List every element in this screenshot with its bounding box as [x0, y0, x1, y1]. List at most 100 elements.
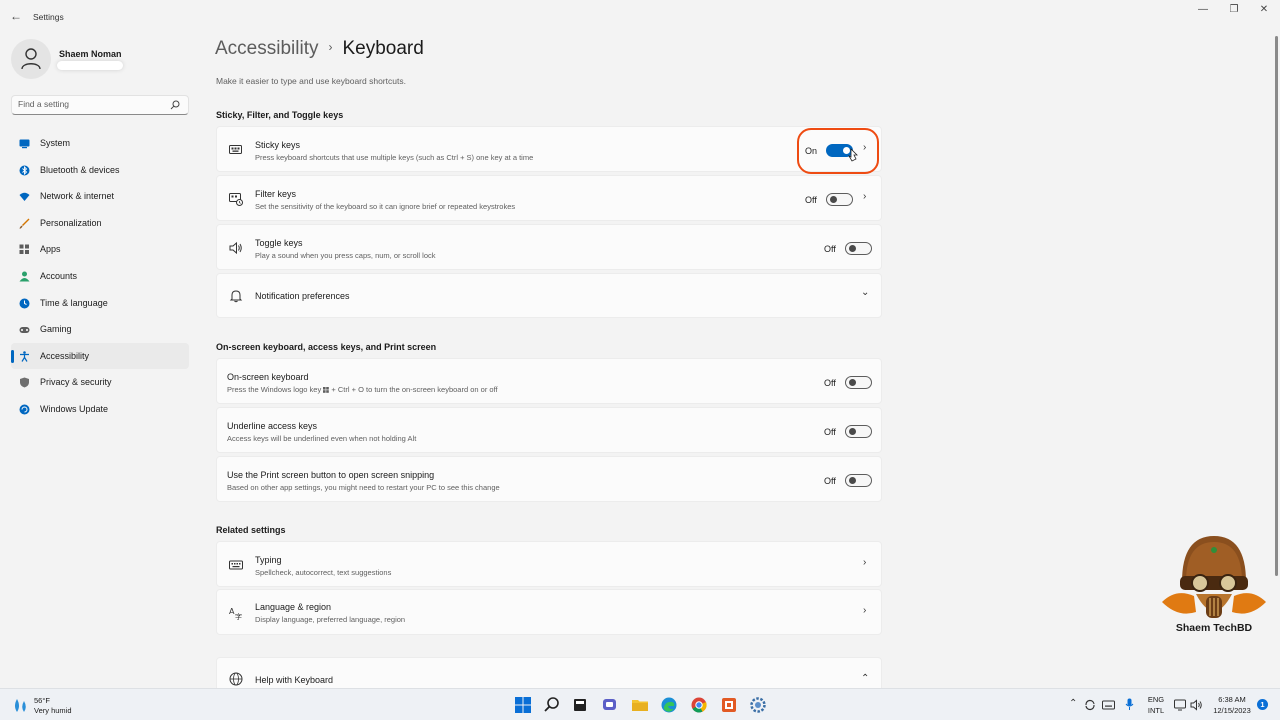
sidebar-item-time-language[interactable]: Time & language [11, 290, 189, 317]
sidebar-item-label: Gaming [40, 324, 72, 335]
filter-keys-desc: Set the sensitivity of the keyboard so i… [255, 202, 516, 211]
settings-gear-icon[interactable] [749, 696, 767, 714]
sidebar-item-accessibility[interactable]: Accessibility [11, 342, 189, 370]
search-box[interactable] [11, 95, 189, 115]
filter-keys-toggle[interactable] [826, 193, 853, 206]
clock-date[interactable]: 12/15/2023 [1210, 706, 1254, 715]
sync-icon[interactable] [1084, 699, 1096, 711]
sidebar-item-bluetooth[interactable]: Bluetooth & devices [11, 157, 189, 184]
network-icon[interactable] [1174, 699, 1187, 711]
underline-access-keys-row: Underline access keys Access keys will b… [216, 407, 882, 453]
filter-keys-row[interactable]: Filter keys Set the sensitivity of the k… [216, 175, 882, 221]
onscreen-keyboard-title: On-screen keyboard [227, 372, 309, 382]
highlight-annotation [797, 128, 879, 174]
onscreen-keyboard-state: Off [824, 378, 836, 388]
toggle-keys-toggle[interactable] [845, 242, 872, 255]
keyboard-tray-icon[interactable] [1102, 699, 1115, 711]
user-name: Shaem Noman [59, 49, 122, 59]
volume-icon[interactable] [1190, 699, 1203, 711]
minimize-button[interactable]: — [1196, 4, 1210, 15]
toggle-keys-row: Toggle keys Play a sound when you press … [216, 224, 882, 270]
start-windows-icon[interactable] [514, 696, 532, 714]
sidebar-item-privacy[interactable]: Privacy & security [11, 369, 189, 396]
print-screen-toggle[interactable] [845, 474, 872, 487]
sticky-keys-row[interactable]: Sticky keys Press keyboard shortcuts tha… [216, 126, 882, 172]
language-indicator-line2[interactable]: INTL [1145, 706, 1167, 715]
chevron-right-icon[interactable]: › [863, 191, 866, 202]
sidebar-item-label: Privacy & security [40, 377, 112, 388]
chrome-browser-icon[interactable] [690, 696, 708, 714]
sidebar-item-apps[interactable]: Apps [11, 236, 189, 263]
sidebar-item-label: Accounts [40, 270, 78, 281]
chevron-down-icon[interactable]: ⌄ [861, 287, 869, 298]
sidebar-item-personalization[interactable]: Personalization [11, 210, 189, 237]
sidebar-item-system[interactable]: System [11, 130, 189, 157]
close-button[interactable]: ✕ [1257, 4, 1271, 15]
speaker-icon [229, 241, 242, 255]
toggle-knob [849, 428, 856, 435]
sidebar-nav: System Bluetooth & devices Network & int… [11, 130, 189, 423]
rain-drops-icon[interactable] [12, 698, 30, 714]
file-explorer-icon[interactable] [631, 696, 649, 714]
notification-badge[interactable]: 1 [1257, 699, 1268, 710]
accessibility-icon [20, 350, 29, 362]
sidebar-item-label: Time & language [40, 297, 108, 308]
filter-keys-title: Filter keys [255, 189, 297, 199]
sidebar-item-label: Accessibility [40, 350, 90, 361]
onscreen-keyboard-toggle[interactable] [845, 376, 872, 389]
microphone-icon[interactable] [1125, 698, 1134, 711]
search-icon[interactable] [170, 100, 180, 110]
chevron-up-icon[interactable]: ⌃ [861, 673, 869, 684]
help-with-keyboard-row[interactable]: Help with Keyboard ⌃ [216, 657, 882, 688]
sidebar-item-label: Personalization [40, 217, 102, 228]
sidebar-item-label: System [40, 138, 71, 148]
chevron-right-icon[interactable]: › [863, 557, 866, 568]
weather-temp[interactable]: 56°F [34, 696, 50, 705]
maximize-button[interactable]: ❐ [1227, 4, 1241, 15]
avatar[interactable] [11, 39, 51, 79]
section-heading-sticky: Sticky, Filter, and Toggle keys [216, 110, 344, 120]
wifi-icon [19, 192, 30, 202]
brush-icon [19, 218, 30, 229]
print-screen-desc: Based on other app settings, you might n… [227, 483, 500, 492]
taskbar: 56°F Very humid ⌃ ENG INTL 6:38 AM 12/15… [0, 688, 1280, 720]
sidebar-item-gaming[interactable]: Gaming [11, 316, 189, 343]
task-view-icon[interactable] [571, 696, 589, 714]
notification-preferences-row[interactable]: Notification preferences ⌄ [216, 273, 882, 318]
language-icon: A字 [229, 607, 242, 620]
search-icon[interactable] [543, 696, 561, 714]
toggle-keys-title: Toggle keys [255, 238, 303, 248]
search-input[interactable] [18, 99, 168, 109]
osk-desc-before: Press the Windows logo key [227, 385, 322, 394]
print-screen-title: Use the Print screen button to open scre… [227, 470, 435, 480]
language-region-desc: Display language, preferred language, re… [255, 615, 406, 624]
chevron-right-icon[interactable]: › [863, 605, 866, 616]
redacted-email [57, 61, 123, 70]
back-button[interactable]: ← [10, 9, 22, 23]
system-icon [19, 139, 30, 149]
mouse-cursor-icon [848, 148, 858, 162]
underline-access-keys-toggle[interactable] [845, 425, 872, 438]
sidebar-item-network[interactable]: Network & internet [11, 183, 189, 210]
tray-overflow-icon[interactable]: ⌃ [1069, 698, 1077, 709]
help-with-keyboard-title: Help with Keyboard [255, 675, 334, 685]
underline-access-keys-title: Underline access keys [227, 421, 318, 431]
sidebar-item-accounts[interactable]: Accounts [11, 263, 189, 290]
notification-preferences-title: Notification preferences [255, 291, 350, 301]
breadcrumb: Accessibility › Keyboard [215, 38, 424, 60]
clock-time[interactable]: 6:38 AM [1210, 695, 1254, 704]
language-indicator-line1[interactable]: ENG [1145, 695, 1167, 704]
bluetooth-icon [19, 165, 30, 176]
typing-row[interactable]: Typing Spellcheck, autocorrect, text sug… [216, 541, 882, 587]
sticky-keys-desc: Press keyboard shortcuts that use multip… [255, 153, 534, 162]
scrollbar[interactable] [1275, 36, 1278, 576]
sidebar-item-windows-update[interactable]: Windows Update [11, 396, 189, 423]
toggle-keys-state: Off [824, 244, 836, 254]
teams-chat-icon[interactable] [601, 696, 619, 714]
edge-browser-icon[interactable] [660, 696, 678, 714]
language-region-title: Language & region [255, 602, 332, 612]
breadcrumb-parent[interactable]: Accessibility [215, 38, 318, 59]
language-region-row[interactable]: A字 Language & region Display language, p… [216, 589, 882, 635]
screen-recorder-icon[interactable] [720, 696, 738, 714]
weather-desc[interactable]: Very humid [34, 706, 72, 715]
